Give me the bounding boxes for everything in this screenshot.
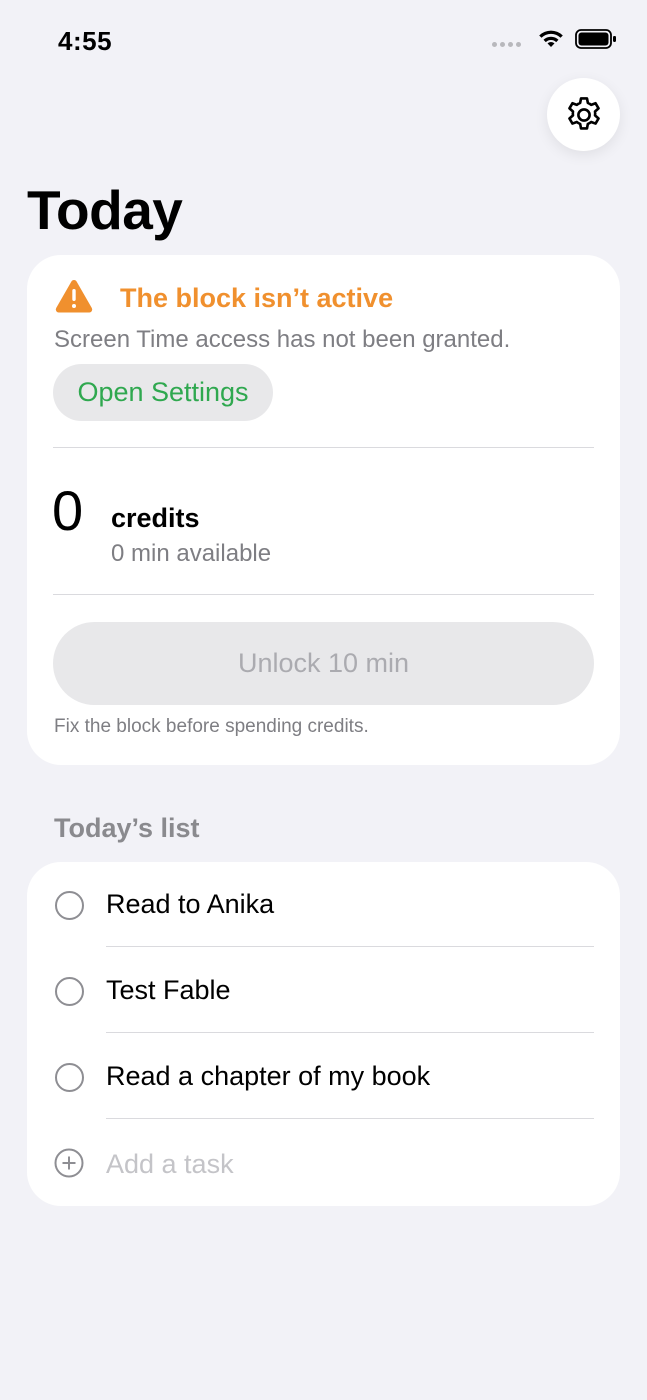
unlock-button[interactable]: Unlock 10 min [53,622,594,705]
task-checkbox[interactable] [55,977,84,1006]
plus-circle-icon [54,1148,84,1178]
add-task-input[interactable] [106,1144,586,1184]
task-title: Test Fable [106,975,231,1005]
wifi-icon [539,30,563,47]
divider [53,594,594,595]
status-icons [492,28,617,50]
divider [106,1118,594,1119]
task-title: Read a chapter of my book [106,1061,431,1091]
open-settings-button[interactable]: Open Settings [53,364,273,421]
divider [106,946,594,947]
divider [106,1032,594,1033]
gear-icon [567,96,600,130]
block-warning-subtitle: Screen Time access has not been granted. [54,326,511,353]
task-row[interactable]: Read to Anika [27,862,620,948]
list-section-header: Today’s list [54,813,200,843]
unlock-footnote: Fix the block before spending credits. [54,716,369,737]
battery-icon [575,29,616,49]
task-checkbox[interactable] [55,1063,84,1092]
settings-button[interactable] [547,78,620,151]
warning-triangle-icon [55,279,93,313]
task-title: Read to Anika [106,889,275,919]
credits-available: 0 min available [111,540,272,567]
divider [53,447,594,448]
signal-dots-icon [492,41,521,47]
task-checkbox[interactable] [55,891,84,920]
credits-count: 0 [52,479,84,542]
page-title: Today [27,179,183,241]
today-screen: 4:55 Today The block isn’t active Screen… [0,0,647,1400]
block-warning-title: The block isn’t active [120,283,394,313]
task-row[interactable]: Test Fable [27,948,620,1034]
add-task-row[interactable] [27,1120,620,1206]
credits-label: credits [111,503,200,533]
status-time: 4:55 [58,26,113,56]
task-row[interactable]: Read a chapter of my book [27,1034,620,1120]
